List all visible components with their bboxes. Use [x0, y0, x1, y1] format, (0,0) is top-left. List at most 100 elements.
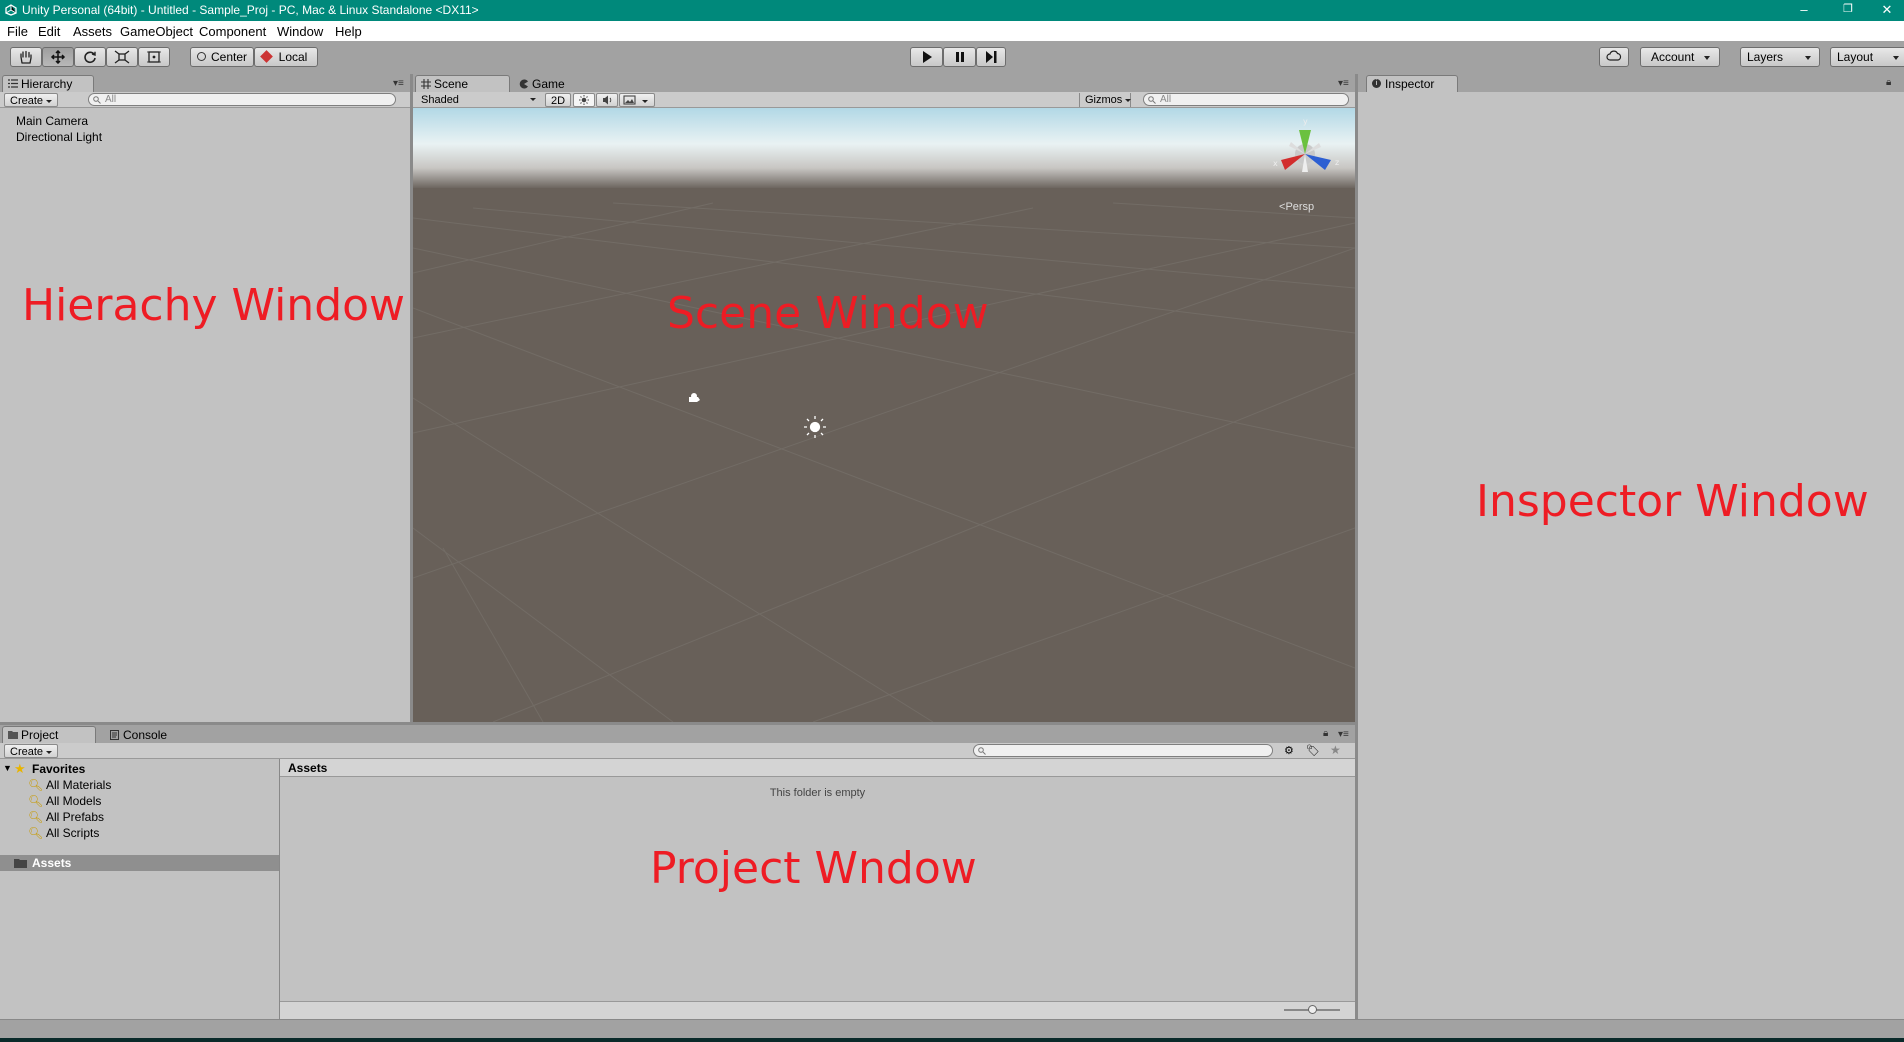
- tab-inspector[interactable]: i Inspector: [1366, 75, 1458, 92]
- main-toolbar: Center Local Account Layers Layout: [0, 41, 1904, 74]
- hand-tool-button[interactable]: [10, 47, 42, 67]
- pivot-mode-button[interactable]: Center: [190, 47, 254, 67]
- search-icon: 🔍︎: [28, 778, 44, 792]
- scene-tab-strip: Scene Game ▾≡: [413, 74, 1355, 92]
- search-icon: [93, 96, 101, 104]
- star-icon: ★: [14, 761, 26, 776]
- scene-viewport[interactable]: y x z <Persp Scene Window: [413, 108, 1355, 722]
- project-folder-tree: ▼ ★ Favorites 🔍︎ All Materials 🔍︎ All Mo…: [0, 759, 280, 1019]
- tab-hierarchy[interactable]: Hierarchy: [2, 75, 94, 92]
- menu-edit[interactable]: Edit: [38, 24, 60, 39]
- menu-gameobject[interactable]: GameObject: [120, 24, 193, 39]
- rect-tool-button[interactable]: [138, 47, 170, 67]
- scene-view-canvas: [413, 108, 1355, 722]
- tab-game-label: Game: [532, 77, 565, 91]
- search-icon: 🔍︎: [28, 794, 44, 808]
- hierarchy-item-main-camera[interactable]: Main Camera: [16, 114, 88, 128]
- orientation-gizmo[interactable]: y x z: [1263, 116, 1347, 182]
- scene-audio-toggle[interactable]: [596, 93, 618, 107]
- menu-window[interactable]: Window: [277, 24, 323, 39]
- project-search-input[interactable]: [973, 744, 1273, 757]
- assets-folder-row[interactable]: Assets: [0, 855, 279, 871]
- minimize-button[interactable]: –: [1782, 0, 1826, 21]
- hierarchy-tab-strip: Hierarchy ▾≡: [0, 74, 410, 92]
- projection-toggle[interactable]: <Persp: [1279, 201, 1314, 213]
- filter-by-label-icon[interactable]: 🏷︎: [1306, 744, 1320, 757]
- star-icon[interactable]: ★: [1330, 743, 1341, 757]
- tab-console[interactable]: Console: [104, 726, 188, 743]
- create-label: Create: [10, 746, 44, 758]
- scale-tool-button[interactable]: [106, 47, 138, 67]
- chevron-down-icon: [530, 98, 536, 101]
- chevron-down-icon: [1893, 55, 1900, 60]
- gizmos-label: Gizmos: [1085, 94, 1123, 106]
- layout-dropdown[interactable]: Layout: [1830, 47, 1904, 67]
- layers-dropdown[interactable]: Layers: [1740, 47, 1820, 67]
- tab-game[interactable]: Game: [513, 75, 593, 92]
- search-icon: 🔍︎: [28, 826, 44, 840]
- menu-file[interactable]: File: [7, 24, 28, 39]
- chevron-down-icon: [642, 99, 648, 103]
- restore-button[interactable]: ❐: [1826, 0, 1870, 21]
- account-dropdown[interactable]: Account: [1640, 47, 1720, 67]
- scene-effects-dropdown[interactable]: [619, 93, 655, 107]
- menu-component[interactable]: Component: [199, 24, 266, 39]
- tab-project[interactable]: Project: [2, 726, 96, 743]
- chevron-down-icon: [46, 750, 53, 754]
- step-button[interactable]: [976, 47, 1006, 67]
- menu-bar: File Edit Assets GameObject Component Wi…: [0, 21, 1904, 41]
- image-icon: [623, 95, 636, 105]
- favorites-label[interactable]: Favorites: [32, 762, 85, 776]
- pause-button[interactable]: [943, 47, 976, 67]
- inspector-tab-strip: i Inspector 🔒︎: [1358, 74, 1904, 92]
- hierarchy-search-input[interactable]: All: [88, 93, 396, 106]
- move-tool-button[interactable]: [42, 47, 74, 67]
- grid-icon: [421, 79, 431, 89]
- panel-menu-icon[interactable]: ▾≡: [393, 78, 404, 89]
- scene-search-input[interactable]: All: [1143, 93, 1349, 106]
- lock-icon[interactable]: 🔒︎: [1886, 77, 1891, 88]
- inspector-panel: Inspector Window: [1358, 92, 1904, 1019]
- gizmos-dropdown[interactable]: Gizmos: [1079, 93, 1132, 107]
- hierarchy-create-button[interactable]: Create: [4, 93, 59, 107]
- lock-icon[interactable]: 🔒︎: [1323, 728, 1328, 739]
- close-button[interactable]: ✕: [1870, 0, 1904, 21]
- tab-scene[interactable]: Scene: [415, 75, 510, 92]
- scale-icon: [114, 50, 130, 64]
- play-button[interactable]: [910, 47, 943, 67]
- tab-console-label: Console: [123, 728, 168, 742]
- rotate-icon: [84, 51, 96, 64]
- search-placeholder: All: [105, 94, 117, 105]
- menu-assets[interactable]: Assets: [73, 24, 112, 39]
- slider-thumb[interactable]: [1308, 1005, 1317, 1014]
- filter-by-type-icon[interactable]: ⚙: [1284, 744, 1294, 757]
- favorite-item[interactable]: All Models: [46, 794, 101, 808]
- speaker-icon: [603, 95, 612, 105]
- annotation-scene: Scene Window: [667, 288, 989, 339]
- shading-mode-dropdown[interactable]: Shaded: [416, 93, 540, 107]
- menu-help[interactable]: Help: [335, 24, 362, 39]
- rotate-tool-button[interactable]: [74, 47, 106, 67]
- collab-cloud-button[interactable]: [1599, 47, 1629, 67]
- scene-lighting-toggle[interactable]: [573, 93, 595, 107]
- 2d-toggle-button[interactable]: 2D: [545, 93, 571, 107]
- favorite-item[interactable]: All Materials: [46, 778, 111, 792]
- folder-icon: [8, 731, 18, 739]
- panel-menu-icon[interactable]: ▾≡: [1338, 729, 1349, 740]
- hierarchy-item-directional-light[interactable]: Directional Light: [16, 130, 102, 144]
- cloud-icon: [1606, 50, 1622, 61]
- expand-arrow-icon[interactable]: ▼: [3, 763, 12, 773]
- breadcrumb-assets[interactable]: Assets: [288, 761, 327, 775]
- pivot-rotation-button[interactable]: Local: [254, 47, 318, 67]
- project-create-button[interactable]: Create: [4, 744, 59, 758]
- favorite-item[interactable]: All Prefabs: [46, 810, 104, 824]
- play-icon: [922, 51, 932, 63]
- project-footer: [280, 1001, 1355, 1019]
- hand-icon: [20, 50, 32, 64]
- favorite-item[interactable]: All Scripts: [46, 826, 99, 840]
- hierarchy-toolbar: Create All: [0, 92, 410, 108]
- panel-menu-icon[interactable]: ▾≡: [1338, 78, 1349, 89]
- rect-icon: [147, 51, 161, 63]
- search-icon: 🔍︎: [28, 810, 44, 824]
- list-icon: [8, 79, 18, 88]
